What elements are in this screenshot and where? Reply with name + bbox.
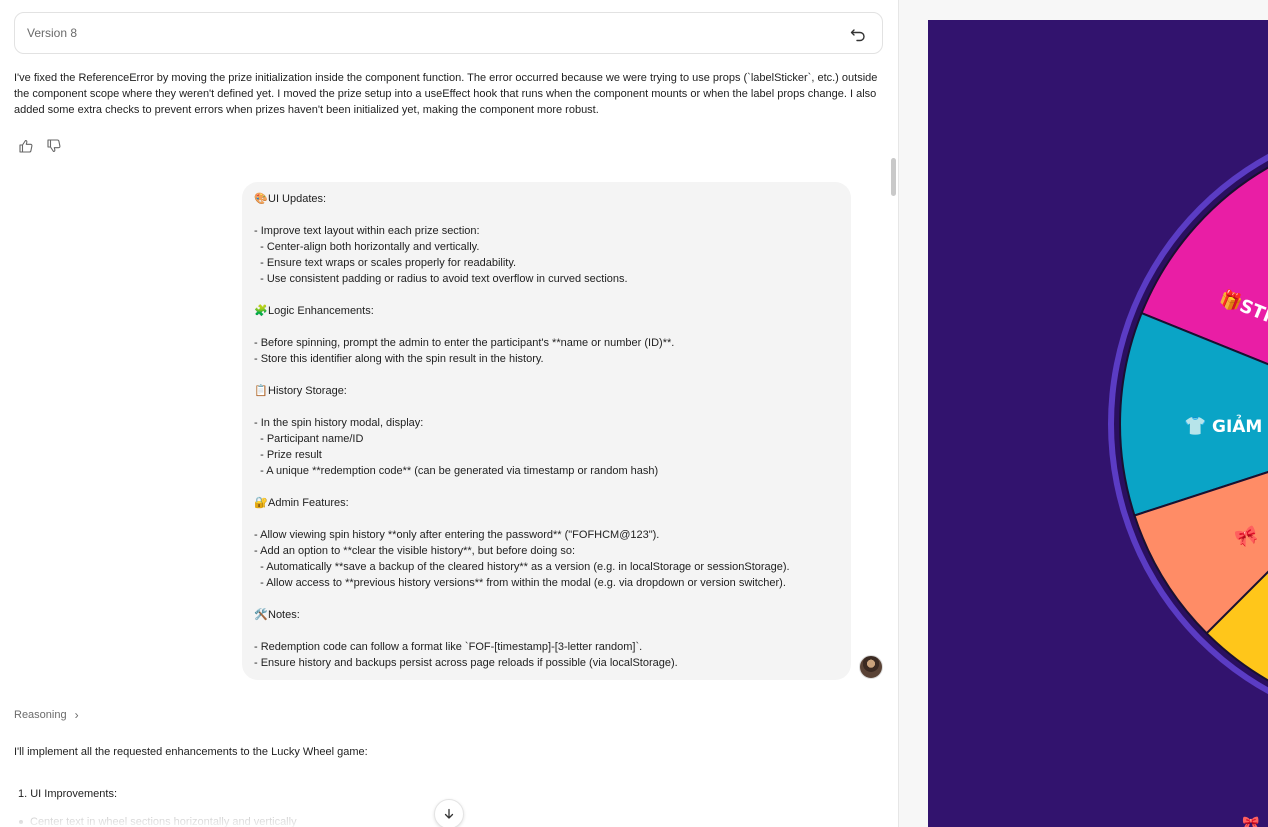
user-message-line: - Participant name/ID [254,431,839,447]
user-message-line: 🎨UI Updates: [254,191,839,207]
user-message-line: - Before spinning, prompt the admin to e… [254,335,839,351]
user-message-line [254,367,839,383]
user-message-line: - Use consistent padding or radius to av… [254,271,839,287]
gift-bow-icon: 🎀 [1242,815,1259,827]
thumbs-down-icon[interactable] [46,138,62,154]
user-message-bubble: 🎨UI Updates: - Improve text layout within… [242,182,851,680]
user-message-line: - Add an option to **clear the visible h… [254,543,839,559]
user-message-text: - Improve text layout within each prize … [254,225,480,237]
user-message-text: - A unique **redemption code** (can be g… [254,465,659,477]
user-message-line: - Store this identifier along with the s… [254,351,839,367]
user-message-line: - In the spin history modal, display: [254,415,839,431]
user-message-text: - Participant name/ID [254,433,364,445]
user-message-text: - Redemption code can follow a format li… [254,641,643,653]
scroll-down-button[interactable] [434,799,464,827]
thumbs-up-icon[interactable] [18,138,34,154]
wheel-label-discount: 👕 GIẢM [1184,414,1262,437]
user-message-line: - Ensure text wraps or scales properly f… [254,255,839,271]
user-message-text: - Before spinning, prompt the admin to e… [254,337,675,349]
section-emoji-icon: 📋 [254,385,268,397]
section-emoji-icon: 🔐 [254,497,268,509]
user-message-line: 🛠️Notes: [254,607,839,623]
user-message-text: - Allow viewing spin history **only afte… [254,529,660,541]
user-message-text: - Ensure text wraps or scales properly f… [254,257,517,269]
user-message-line: - Redemption code can follow a format li… [254,639,839,655]
user-message-text: Notes: [268,609,300,621]
user-message-line: 🔐Admin Features: [254,495,839,511]
reply-intro: I'll implement all the requested enhance… [14,746,368,758]
user-message-text: - Add an option to **clear the visible h… [254,545,576,557]
user-message-line [254,319,839,335]
feedback-bar [18,138,62,154]
user-message-line [254,287,839,303]
user-message-text: - Ensure history and backups persist acr… [254,657,678,669]
user-message-text: - Prize result [254,449,322,461]
user-message-line: - Automatically **save a backup of the c… [254,559,839,575]
user-message-line [254,399,839,415]
user-message-line [254,623,839,639]
section-emoji-icon: 🧩 [254,305,268,317]
reply-sub-item: Center text in wheel sections horizontal… [19,814,297,827]
user-message-text: - Allow access to **previous history ver… [254,577,786,589]
user-message-line: - Center-align both horizontally and ver… [254,239,839,255]
user-message-text: History Storage: [268,385,347,397]
user-message-line: - Ensure history and backups persist acr… [254,655,839,671]
user-message-text: - Store this identifier along with the s… [254,353,544,365]
user-message-text: - Automatically **save a backup of the c… [254,561,790,573]
reasoning-toggle[interactable]: Reasoning › [14,708,79,722]
chat-panel: Version 8 I've fixed the ReferenceError … [0,0,898,827]
user-message-line: - Allow access to **previous history ver… [254,575,839,591]
user-message-line: - Improve text layout within each prize … [254,223,839,239]
user-message-text: - Center-align both horizontally and ver… [254,241,480,253]
section-emoji-icon: 🛠️ [254,609,268,621]
user-avatar [859,655,883,679]
user-message-line [254,511,839,527]
undo-icon[interactable] [848,24,868,44]
user-message-text: - Use consistent padding or radius to av… [254,273,628,285]
user-message-text: UI Updates: [268,193,327,205]
user-message-line: - Allow viewing spin history **only afte… [254,527,839,543]
version-bar: Version 8 [14,12,883,54]
arrow-down-icon [444,808,454,819]
svg-text:👕: 👕 [1184,416,1206,436]
scrollbar-thumb[interactable] [891,158,896,196]
user-message-line: 📋History Storage: [254,383,839,399]
preview-canvas: 🎁 STICKER 👕 GIẢM 🎀 🎀 [928,20,1268,827]
user-message-text: - In the spin history modal, display: [254,417,424,429]
preview-panel: 🎁 STICKER 👕 GIẢM 🎀 🎀 [899,0,1268,827]
lucky-wheel[interactable]: 🎁 STICKER 👕 GIẢM 🎀 🎀 [928,20,1268,827]
user-message-line [254,207,839,223]
section-emoji-icon: 🎨 [254,193,268,205]
reply-list-item: 1. UI Improvements: [18,788,118,800]
user-message-line: - Prize result [254,447,839,463]
wheel-label-discount-text: GIẢM [1212,414,1262,437]
reasoning-label: Reasoning [14,709,67,721]
user-message-line [254,479,839,495]
version-label: Version 8 [27,26,78,40]
chevron-right-icon: › [74,708,79,722]
user-message-text: Logic Enhancements: [268,305,374,317]
assistant-message: I've fixed the ReferenceError by moving … [14,72,878,116]
user-message-text: Admin Features: [268,497,349,509]
user-message-line: 🧩Logic Enhancements: [254,303,839,319]
user-message-line [254,591,839,607]
user-message-line: - A unique **redemption code** (can be g… [254,463,839,479]
